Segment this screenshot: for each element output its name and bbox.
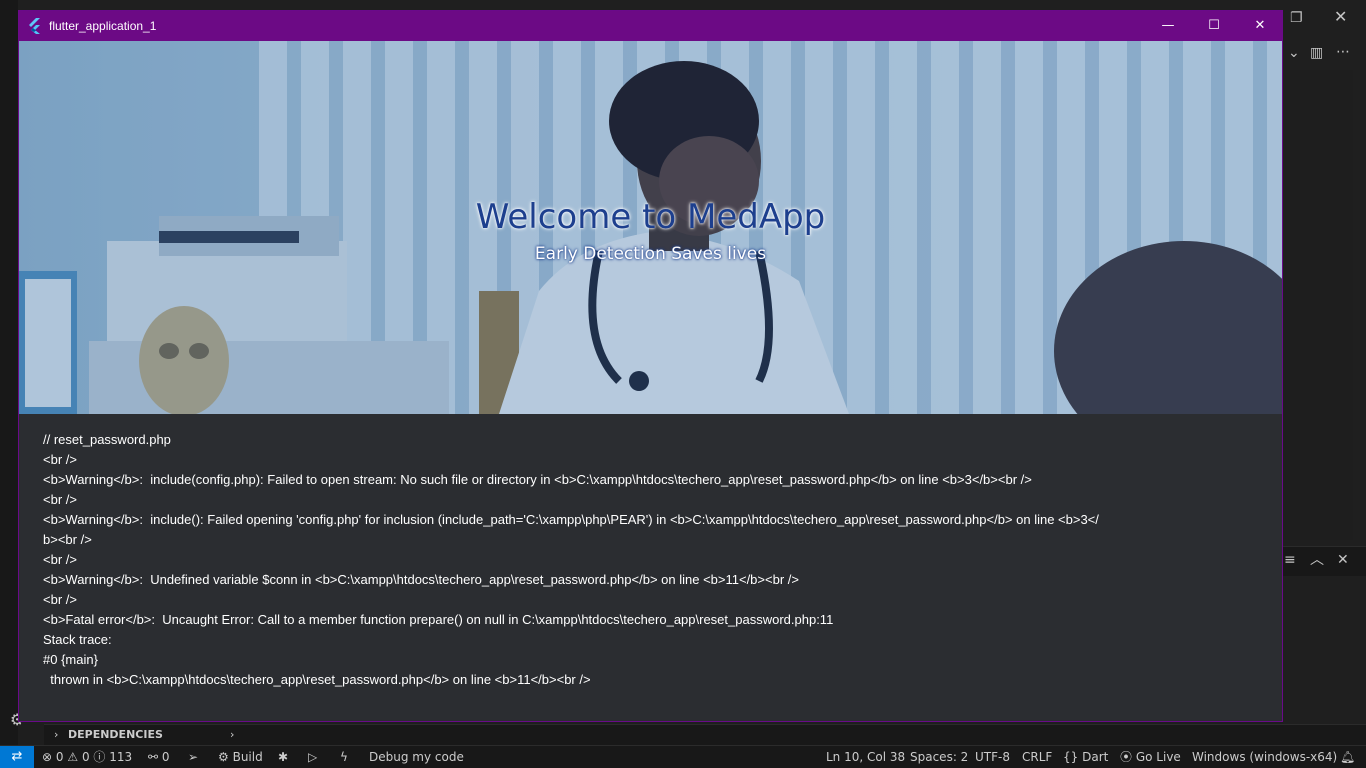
info-count: 113 xyxy=(109,750,133,764)
log-line: <b>Warning</b>: Undefined variable $conn… xyxy=(43,572,799,587)
gear-icon: ⚙ xyxy=(218,750,229,764)
window-title: flutter_application_1 xyxy=(49,19,157,33)
flutter-logo-icon xyxy=(29,18,40,34)
chevron-down-icon[interactable]: ⌄ xyxy=(1288,45,1300,61)
info-icon: ⓘ xyxy=(93,750,106,764)
build-label: Build xyxy=(232,750,263,764)
close-panel-icon[interactable]: ✕ xyxy=(1337,552,1349,568)
end-of-line[interactable]: CRLF xyxy=(1022,746,1052,768)
restore-icon[interactable]: ❐ xyxy=(1290,10,1303,26)
go-live-button[interactable]: ⦿ Go Live xyxy=(1120,746,1181,768)
hero-title: Welcome to MedApp xyxy=(475,197,826,237)
error-count: 0 xyxy=(55,750,64,764)
flutter-app-window: flutter_application_1 — ☐ ✕ Welcome to M… xyxy=(18,10,1283,722)
split-editor-icon[interactable]: ▥ xyxy=(1310,45,1323,61)
log-line: b><br /> xyxy=(43,532,92,547)
status-bar: ⇄ ⊗ 0 ⚠ 0 ⓘ 113 ⚯ 0 ➢ ⚙ Build ✱ ▷ ϟ Debu… xyxy=(0,745,1366,768)
build-button[interactable]: ⚙ Build xyxy=(218,746,263,768)
hero-banner: Welcome to MedApp Early Detection Saves … xyxy=(19,41,1282,414)
run-icon[interactable]: ➢ xyxy=(188,746,198,768)
close-icon[interactable]: ✕ xyxy=(1334,9,1347,25)
error-log: // reset_password.php <br /> <b>Warning<… xyxy=(43,430,1263,690)
log-line: <b>Fatal error</b>: Uncaught Error: Call… xyxy=(43,612,834,627)
log-line: <br /> xyxy=(43,492,77,507)
maximize-icon: ☐ xyxy=(1208,18,1220,33)
problems-indicator[interactable]: ⊗ 0 ⚠ 0 ⓘ 113 xyxy=(42,746,132,768)
vscode-minimap xyxy=(1283,70,1353,540)
minimize-button[interactable]: — xyxy=(1145,11,1191,41)
lightning-icon[interactable]: ϟ xyxy=(340,746,348,768)
device-selector[interactable]: Windows (windows-x64) xyxy=(1192,746,1337,768)
language-mode[interactable]: {} Dart xyxy=(1063,746,1108,768)
broadcast-icon: ⦿ xyxy=(1120,750,1133,764)
log-line: #0 {main} xyxy=(43,652,98,667)
minimize-icon: — xyxy=(1161,18,1175,33)
log-line: Stack trace: xyxy=(43,632,112,647)
log-line: <br /> xyxy=(43,552,77,567)
ports-indicator[interactable]: ⚯ 0 xyxy=(148,746,170,768)
go-live-label: Go Live xyxy=(1135,750,1181,764)
chevron-right-icon: › xyxy=(54,728,59,741)
broadcast-icon: ⚯ xyxy=(148,750,159,764)
debug-my-code[interactable]: Debug my code xyxy=(369,746,464,768)
close-button[interactable]: ✕ xyxy=(1237,11,1282,41)
notifications-icon[interactable]: 🔔︎ xyxy=(1340,746,1355,768)
dependencies-label: DEPENDENCIES xyxy=(68,728,163,741)
encoding[interactable]: UTF-8 xyxy=(975,746,1010,768)
log-line: // reset_password.php xyxy=(43,432,171,447)
ports-count: 0 xyxy=(161,750,170,764)
vscode-activity-bar xyxy=(0,0,18,745)
bug-icon[interactable]: ✱ xyxy=(278,746,288,768)
list-icon[interactable]: ≡ xyxy=(1284,552,1296,568)
maximize-button[interactable]: ☐ xyxy=(1191,11,1237,41)
log-line: <b>Warning</b>: include(config.php): Fai… xyxy=(43,472,1032,487)
warning-icon: ⚠ xyxy=(67,750,79,764)
indentation[interactable]: Spaces: 2 xyxy=(910,746,968,768)
cursor-position[interactable]: Ln 10, Col 38 xyxy=(826,746,905,768)
log-line: <br /> xyxy=(43,592,77,607)
log-line: <br /> xyxy=(43,452,77,467)
language-label: Dart xyxy=(1082,750,1109,764)
more-actions-icon[interactable]: ⋯ xyxy=(1336,44,1350,60)
chevron-right-icon[interactable]: › xyxy=(230,725,234,745)
chevron-up-icon[interactable]: ︿ xyxy=(1310,552,1324,568)
window-titlebar[interactable]: flutter_application_1 — ☐ ✕ xyxy=(19,11,1282,41)
remote-indicator-icon[interactable]: ⇄ xyxy=(0,746,34,768)
close-icon: ✕ xyxy=(1254,18,1266,33)
log-line: thrown in <b>C:\xampp\htdocs\techero_app… xyxy=(43,672,591,687)
error-icon: ⊗ xyxy=(42,750,53,764)
dependencies-section[interactable]: › DEPENDENCIES › xyxy=(44,724,1366,745)
play-icon[interactable]: ▷ xyxy=(308,746,317,768)
warning-count: 0 xyxy=(81,750,90,764)
log-line: <b>Warning</b>: include(): Failed openin… xyxy=(43,512,1099,527)
braces-icon: {} xyxy=(1063,750,1079,764)
hero-subtitle: Early Detection Saves lives xyxy=(534,244,767,264)
